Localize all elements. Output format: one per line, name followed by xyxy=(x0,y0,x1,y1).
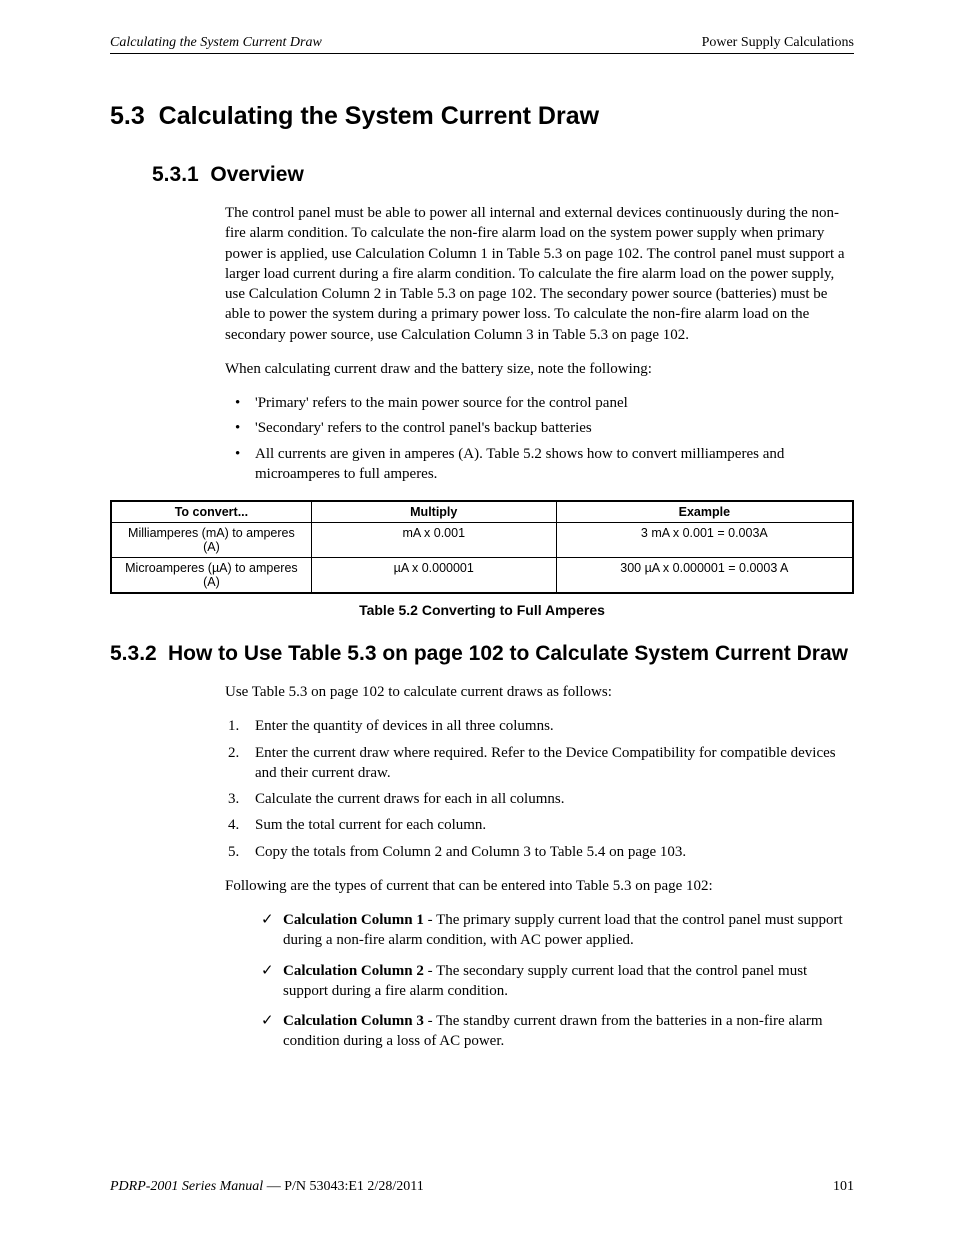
page-footer: PDRP-2001 Series Manual — P/N 53043:E1 2… xyxy=(110,1179,854,1195)
howto-following: Following are the types of current that … xyxy=(225,876,854,896)
running-header: Calculating the System Current Draw Powe… xyxy=(110,35,854,54)
howto-intro: Use Table 5.3 on page 102 to calculate c… xyxy=(225,682,854,702)
step-item: 4.Sum the total current for each column. xyxy=(225,815,854,835)
bullet-item: 'Secondary' refers to the control panel'… xyxy=(225,418,854,438)
subsection-number: 5.3.2 xyxy=(110,642,168,666)
overview-para-2: When calculating current draw and the ba… xyxy=(225,359,854,379)
section-number: 5.3 xyxy=(110,102,145,130)
table-cell: Microamperes (µA) to amperes (A) xyxy=(111,558,311,594)
subsection-number: 5.3.1 xyxy=(152,163,199,186)
table-5-2: To convert... Multiply Example Milliampe… xyxy=(110,500,854,594)
subsection-heading-howto: 5.3.2 How to Use Table 5.3 on page 102 t… xyxy=(110,642,854,666)
table-5-2-wrap: To convert... Multiply Example Milliampe… xyxy=(110,500,854,594)
step-item: 2.Enter the current draw where required.… xyxy=(225,743,854,784)
overview-body: The control panel must be able to power … xyxy=(225,203,854,484)
header-right: Power Supply Calculations xyxy=(702,35,854,51)
howto-body: Use Table 5.3 on page 102 to calculate c… xyxy=(225,682,854,1052)
bullet-item: 'Primary' refers to the main power sourc… xyxy=(225,393,854,413)
check-item: Calculation Column 3 - The standby curre… xyxy=(261,1011,854,1052)
table-5-2-caption: Table 5.2 Converting to Full Amperes xyxy=(110,602,854,618)
check-item: Calculation Column 1 - The primary suppl… xyxy=(261,910,854,951)
table-cell: 3 mA x 0.001 = 0.003A xyxy=(556,523,853,558)
header-left: Calculating the System Current Draw xyxy=(110,35,322,51)
step-item: 5.Copy the totals from Column 2 and Colu… xyxy=(225,842,854,862)
table-header: To convert... xyxy=(111,501,311,523)
table-header: Example xyxy=(556,501,853,523)
table-cell: 300 µA x 0.000001 = 0.0003 A xyxy=(556,558,853,594)
subsection-title: Overview xyxy=(210,163,303,186)
table-cell: mA x 0.001 xyxy=(311,523,556,558)
table-header: Multiply xyxy=(311,501,556,523)
section-title: Calculating the System Current Draw xyxy=(159,102,599,130)
footer-left: PDRP-2001 Series Manual — P/N 53043:E1 2… xyxy=(110,1179,424,1195)
table-cell: µA x 0.000001 xyxy=(311,558,556,594)
subsection-title: How to Use Table 5.3 on page 102 to Calc… xyxy=(168,642,854,666)
howto-steps: 1.Enter the quantity of devices in all t… xyxy=(225,716,854,862)
section-heading: 5.3 Calculating the System Current Draw xyxy=(110,102,854,131)
overview-bullets: 'Primary' refers to the main power sourc… xyxy=(225,393,854,484)
bullet-item: All currents are given in amperes (A). T… xyxy=(225,444,854,485)
check-item: Calculation Column 2 - The secondary sup… xyxy=(261,961,854,1002)
step-item: 3.Calculate the current draws for each i… xyxy=(225,789,854,809)
step-item: 1.Enter the quantity of devices in all t… xyxy=(225,716,854,736)
page-number: 101 xyxy=(833,1179,854,1195)
table-row: Milliamperes (mA) to amperes (A) mA x 0.… xyxy=(111,523,853,558)
overview-para-1: The control panel must be able to power … xyxy=(225,203,854,345)
calc-columns-list: Calculation Column 1 - The primary suppl… xyxy=(261,910,854,1052)
table-row: Microamperes (µA) to amperes (A) µA x 0.… xyxy=(111,558,853,594)
table-cell: Milliamperes (mA) to amperes (A) xyxy=(111,523,311,558)
subsection-heading-overview: 5.3.1 Overview xyxy=(152,163,854,187)
